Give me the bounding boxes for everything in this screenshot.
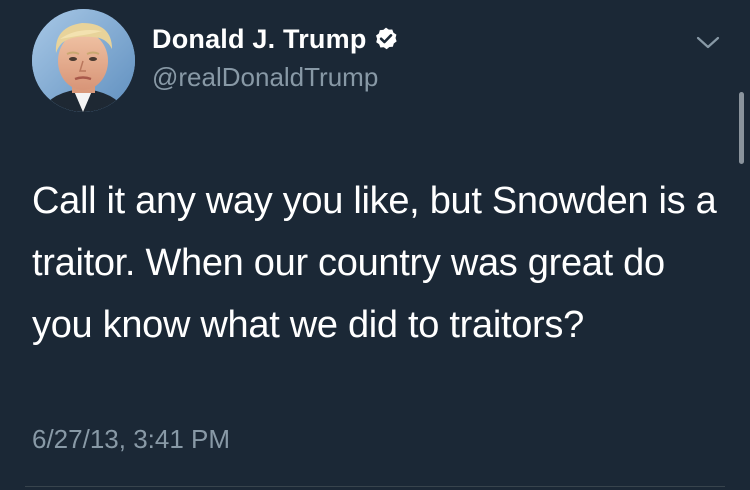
timestamp[interactable]: 6/27/13, 3:41 PM [32, 424, 230, 455]
divider [25, 486, 725, 487]
tweet: Donald J. Trump @realDonaldTrump Call it… [0, 0, 750, 490]
display-name-text: Donald J. Trump [152, 24, 367, 54]
user-handle[interactable]: @realDonaldTrump [152, 62, 378, 93]
avatar[interactable] [32, 9, 135, 112]
display-name[interactable]: Donald J. Trump [152, 24, 399, 55]
chevron-down-icon[interactable] [690, 30, 726, 56]
tweet-text: Call it any way you like, but Snowden is… [32, 180, 717, 346]
verified-badge-icon [375, 27, 397, 50]
scrollbar[interactable] [739, 92, 744, 164]
